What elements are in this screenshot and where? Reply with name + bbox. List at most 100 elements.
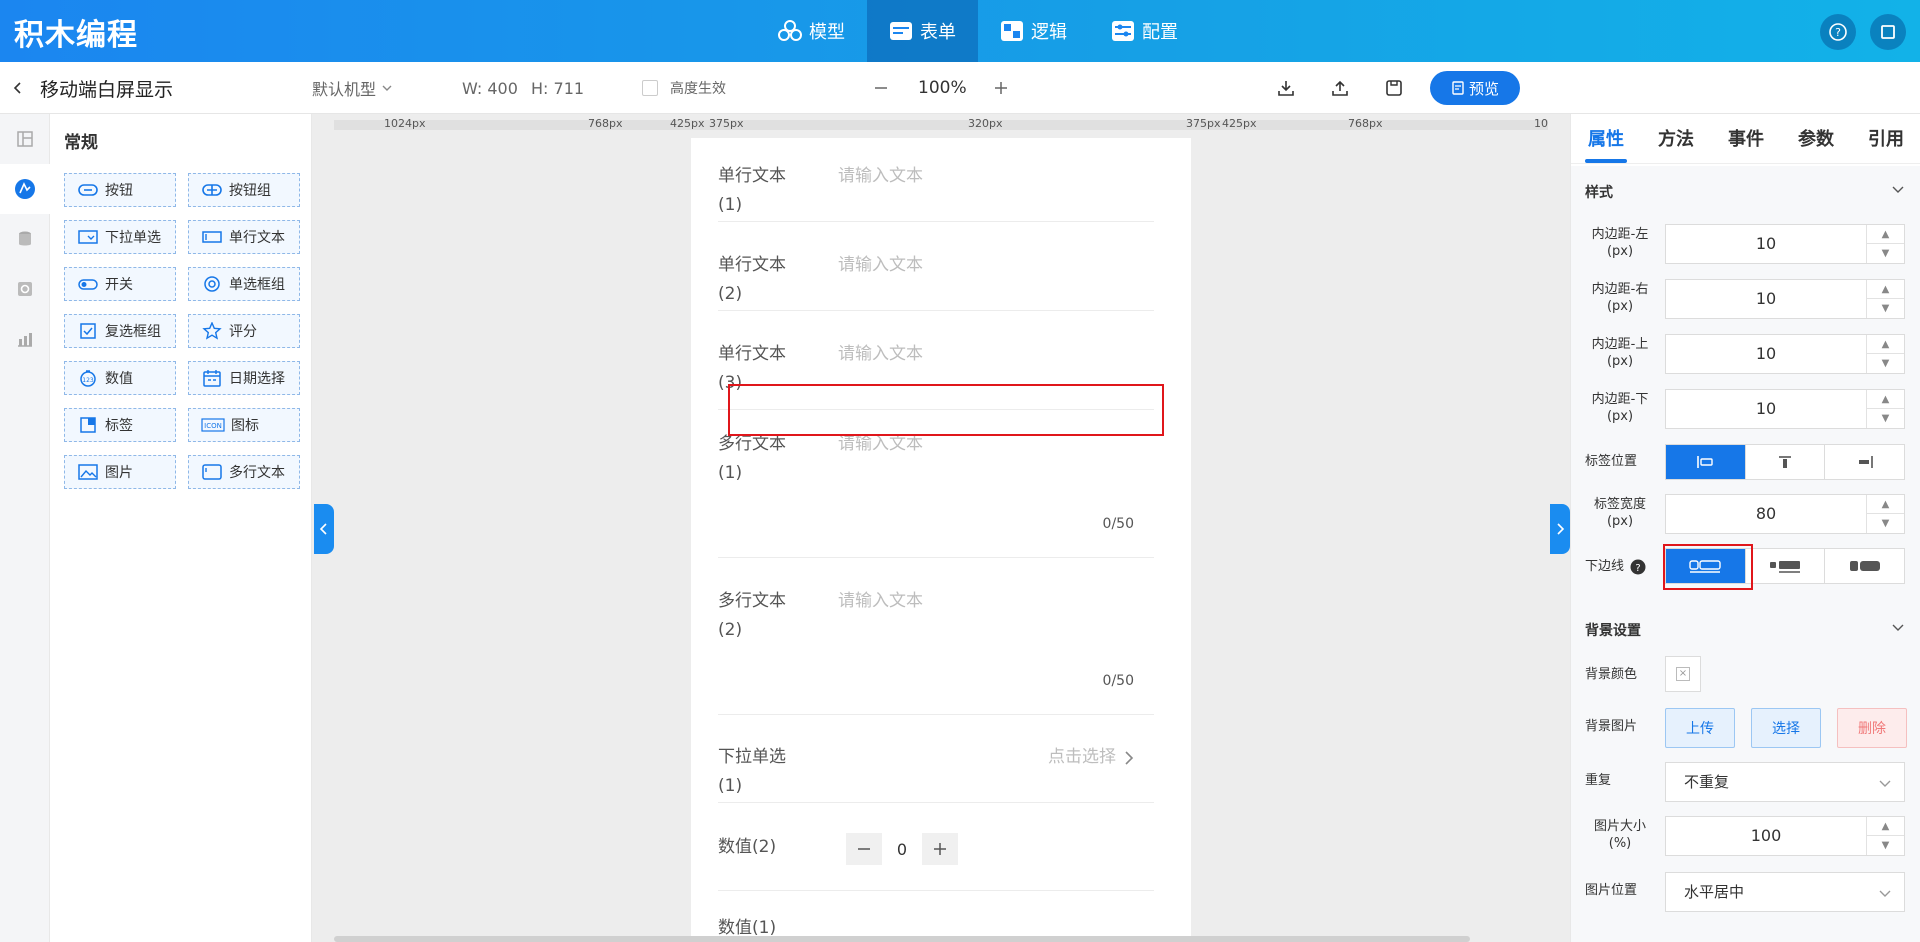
component-button[interactable]: 按钮 bbox=[64, 173, 176, 207]
label-position-label: 标签位置 bbox=[1585, 454, 1638, 469]
spin-down-button[interactable]: ▼ bbox=[1867, 244, 1904, 263]
spin-down-button[interactable]: ▼ bbox=[1867, 299, 1904, 318]
tab-references[interactable]: 引用 bbox=[1851, 114, 1920, 163]
form-field-textarea-1[interactable]: 多行文本 (1) 请输入文本 0/50 bbox=[718, 430, 1154, 558]
select-trigger[interactable]: 点击选择 bbox=[1048, 743, 1134, 772]
spin-up-button[interactable]: ▲ bbox=[1867, 495, 1904, 514]
spin-down-button[interactable]: ▼ bbox=[1867, 354, 1904, 373]
svg-text:?: ? bbox=[1635, 563, 1640, 574]
input-value: 10 bbox=[1755, 344, 1777, 363]
download-button[interactable] bbox=[1276, 62, 1296, 114]
background-section-header[interactable]: 背景设置 bbox=[1571, 606, 1920, 650]
preview-button[interactable]: 预览 bbox=[1430, 71, 1520, 105]
help-button[interactable]: ? bbox=[1820, 14, 1856, 50]
spinner: ▲ ▼ bbox=[1866, 495, 1904, 533]
form-icon bbox=[890, 22, 912, 40]
nav-model[interactable]: 模型 bbox=[756, 0, 867, 62]
image-size-input[interactable]: 100 ▲ ▼ bbox=[1665, 816, 1905, 856]
nav-model-label: 模型 bbox=[809, 22, 845, 43]
rail-components[interactable] bbox=[0, 164, 50, 214]
stepper-decrement[interactable] bbox=[846, 833, 882, 865]
padding-right-input[interactable]: 10 ▲ ▼ bbox=[1665, 279, 1905, 319]
component-date-picker[interactable]: 日期选择 bbox=[188, 361, 300, 395]
component-radio-group[interactable]: 单选框组 bbox=[188, 267, 300, 301]
preview-icon bbox=[1452, 81, 1464, 95]
style-section-header[interactable]: 样式 bbox=[1571, 166, 1920, 210]
component-label: 图标 bbox=[231, 418, 259, 434]
spin-down-button[interactable]: ▼ bbox=[1867, 836, 1904, 855]
minus-icon bbox=[875, 87, 887, 89]
chevron-left-icon bbox=[319, 523, 327, 535]
component-dropdown[interactable]: 下拉单选 bbox=[64, 220, 176, 254]
nav-logic[interactable]: 逻辑 bbox=[978, 0, 1089, 62]
repeat-select[interactable]: 不重复 bbox=[1665, 762, 1905, 802]
stepper-increment[interactable] bbox=[922, 833, 958, 865]
choose-image-button[interactable]: 选择 bbox=[1751, 708, 1821, 748]
rail-chart[interactable] bbox=[0, 314, 50, 364]
stepper-value[interactable]: 0 bbox=[882, 833, 922, 865]
spin-up-button[interactable]: ▲ bbox=[1867, 225, 1904, 244]
form-field-select-1[interactable]: 下拉单选 (1) 点击选择 bbox=[718, 743, 1154, 803]
upload-button[interactable] bbox=[1330, 62, 1350, 114]
tab-params[interactable]: 参数 bbox=[1781, 114, 1851, 163]
component-rating[interactable]: 评分 bbox=[188, 314, 300, 348]
zoom-in-button[interactable] bbox=[992, 62, 1010, 114]
form-field-textarea-2[interactable]: 多行文本 (2) 请输入文本 0/50 bbox=[718, 587, 1154, 715]
spin-up-button[interactable]: ▲ bbox=[1867, 280, 1904, 299]
nav-config[interactable]: 配置 bbox=[1089, 0, 1200, 62]
delete-image-button[interactable]: 删除 bbox=[1837, 708, 1907, 748]
layout-icon bbox=[17, 131, 33, 147]
fullscreen-button[interactable] bbox=[1870, 14, 1906, 50]
form-field-text-2[interactable]: 单行文本 (2) 请输入文本 bbox=[718, 251, 1154, 311]
height-effect-checkbox[interactable]: 高度生效 bbox=[642, 62, 726, 114]
input-value: 10 bbox=[1755, 289, 1777, 308]
label-position-right[interactable] bbox=[1825, 445, 1904, 479]
label-width-input[interactable]: 80 ▲ ▼ bbox=[1665, 494, 1905, 534]
bg-color-picker[interactable]: × bbox=[1665, 656, 1701, 692]
field-placeholder: 请输入文本 bbox=[838, 166, 923, 186]
padding-left-input[interactable]: 10 ▲ ▼ bbox=[1665, 224, 1905, 264]
label-position-top[interactable] bbox=[1746, 445, 1826, 479]
device-select[interactable]: 默认机型 bbox=[312, 62, 394, 114]
help-icon[interactable]: ? bbox=[1630, 559, 1646, 575]
tab-events[interactable]: 事件 bbox=[1711, 114, 1781, 163]
save-button[interactable] bbox=[1384, 62, 1404, 114]
component-button-group[interactable]: 按钮组 bbox=[188, 173, 300, 207]
back-button[interactable] bbox=[10, 62, 26, 114]
spin-up-button[interactable]: ▲ bbox=[1867, 390, 1904, 409]
upload-image-button[interactable]: 上传 bbox=[1665, 708, 1735, 748]
spin-down-button[interactable]: ▼ bbox=[1867, 409, 1904, 428]
highlight-box bbox=[1663, 544, 1753, 590]
padding-top-input[interactable]: 10 ▲ ▼ bbox=[1665, 334, 1905, 374]
component-icon-item[interactable]: ICON 图标 bbox=[188, 408, 300, 442]
component-checkbox-group[interactable]: 复选框组 bbox=[64, 314, 176, 348]
collapse-right-handle[interactable] bbox=[1550, 504, 1570, 554]
canvas-h-scrollbar[interactable] bbox=[334, 936, 1470, 942]
spin-up-button[interactable]: ▲ bbox=[1867, 817, 1904, 836]
nav-form[interactable]: 表单 bbox=[867, 0, 978, 62]
padding-bottom-input[interactable]: 10 ▲ ▼ bbox=[1665, 389, 1905, 429]
spin-down-button[interactable]: ▼ bbox=[1867, 514, 1904, 533]
rail-data[interactable] bbox=[0, 214, 50, 264]
tab-methods[interactable]: 方法 bbox=[1641, 114, 1711, 163]
label-position-left[interactable] bbox=[1666, 445, 1746, 479]
ruler-label: 768px bbox=[1348, 117, 1383, 130]
component-text-input[interactable]: 单行文本 bbox=[188, 220, 300, 254]
rail-settings[interactable] bbox=[0, 264, 50, 314]
component-label-item[interactable]: 标签 bbox=[64, 408, 176, 442]
bottom-line-option-2[interactable] bbox=[1746, 549, 1826, 583]
tab-properties[interactable]: 属性 bbox=[1571, 114, 1641, 163]
component-number[interactable]: 123 数值 bbox=[64, 361, 176, 395]
image-position-select[interactable]: 水平居中 bbox=[1665, 872, 1905, 912]
height-effect-label: 高度生效 bbox=[670, 81, 726, 97]
plus-icon bbox=[995, 82, 1007, 94]
bottom-line-option-3[interactable] bbox=[1825, 549, 1904, 583]
form-field-text-1[interactable]: 单行文本 (1) 请输入文本 bbox=[718, 162, 1154, 222]
collapse-left-handle[interactable] bbox=[314, 504, 334, 554]
component-switch[interactable]: 开关 bbox=[64, 267, 176, 301]
spin-up-button[interactable]: ▲ bbox=[1867, 335, 1904, 354]
component-textarea[interactable]: 多行文本 bbox=[188, 455, 300, 489]
component-image[interactable]: 图片 bbox=[64, 455, 176, 489]
rail-outline[interactable] bbox=[0, 114, 50, 164]
zoom-out-button[interactable] bbox=[872, 62, 890, 114]
